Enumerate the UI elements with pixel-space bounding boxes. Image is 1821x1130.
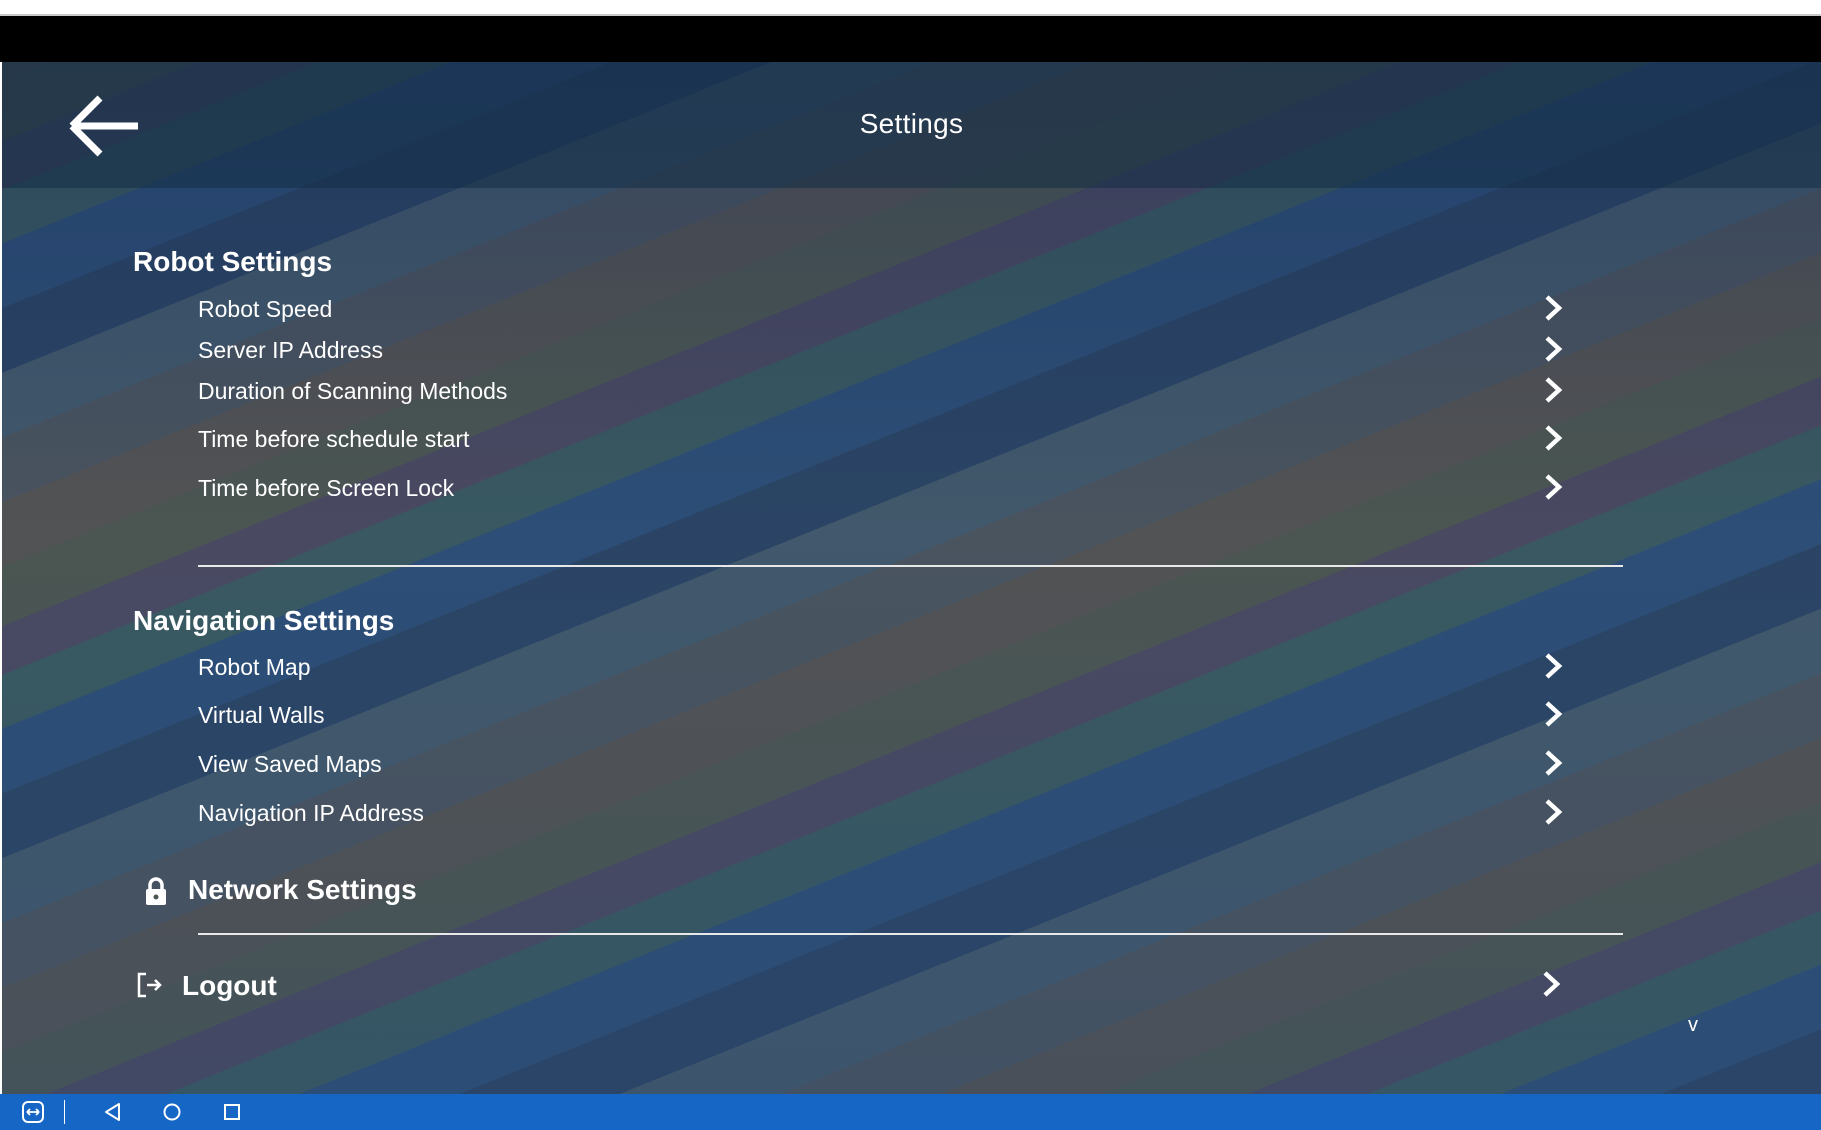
settings-item-server-ip-address[interactable]: Server IP Address: [198, 329, 1568, 369]
settings-item-label: Time before Screen Lock: [198, 475, 455, 501]
chevron-right-icon: [1545, 750, 1563, 776]
root: Settings Robot Settings Robot Speed Serv…: [0, 0, 1821, 1130]
version-label: v: [1688, 1014, 1698, 1036]
home-circle-icon[interactable]: [161, 1102, 183, 1122]
app-screen: Settings Robot Settings Robot Speed Serv…: [2, 62, 1821, 1094]
settings-item-view-saved-maps[interactable]: View Saved Maps: [198, 743, 1568, 783]
chevron-right-icon: [1545, 799, 1563, 825]
top-strip: [0, 0, 1821, 16]
chevron-right-icon: [1545, 474, 1563, 500]
settings-item-label: Duration of Scanning Methods: [198, 378, 508, 404]
settings-item-time-before-schedule-start[interactable]: Time before schedule start: [198, 418, 1568, 458]
settings-item-label: Navigation IP Address: [198, 800, 424, 826]
chevron-right-icon: [1545, 336, 1563, 362]
system-nav-bar: [0, 1094, 1821, 1130]
settings-item-label: Virtual Walls: [198, 702, 325, 728]
logout-label: Logout: [182, 970, 277, 1001]
section-title-navigation-settings: Navigation Settings: [133, 605, 395, 636]
settings-item-label: Server IP Address: [198, 337, 383, 363]
logout-button[interactable]: Logout: [136, 964, 1566, 1012]
settings-item-robot-speed[interactable]: Robot Speed: [198, 288, 1568, 328]
settings-list: Robot Settings Robot Speed Server IP Add…: [2, 188, 1821, 1068]
settings-item-virtual-walls[interactable]: Virtual Walls: [198, 694, 1568, 734]
settings-item-time-before-screen-lock[interactable]: Time before Screen Lock: [198, 467, 1568, 507]
app-header: Settings: [2, 62, 1821, 188]
recents-square-icon[interactable]: [221, 1102, 243, 1122]
chevron-right-icon: [1545, 425, 1563, 451]
divider: [198, 933, 1623, 935]
divider: [198, 565, 1623, 567]
settings-item-navigation-ip-address[interactable]: Navigation IP Address: [198, 792, 1568, 832]
status-bar: [0, 16, 1821, 62]
teamviewer-icon[interactable]: [22, 1101, 44, 1123]
settings-item-label: Robot Map: [198, 654, 311, 680]
page-title: Settings: [859, 108, 964, 139]
chevron-right-icon: [1545, 377, 1563, 403]
nav-separator: [64, 1100, 65, 1124]
settings-item-label: View Saved Maps: [198, 751, 382, 777]
chevron-right-icon: [1545, 653, 1563, 679]
chevron-right-icon: [1543, 971, 1561, 997]
settings-item-robot-map[interactable]: Robot Map: [198, 646, 1568, 686]
settings-item-label: Robot Speed: [198, 296, 333, 322]
lock-icon: [146, 877, 166, 905]
section-title-robot-settings: Robot Settings: [133, 246, 333, 277]
settings-item-duration-of-scanning-methods[interactable]: Duration of Scanning Methods: [198, 370, 1568, 410]
chevron-right-icon: [1545, 295, 1563, 321]
chevron-right-icon: [1545, 701, 1563, 727]
settings-item-label: Time before schedule start: [198, 426, 470, 452]
network-settings-button[interactable]: Network Settings: [142, 870, 642, 914]
logout-icon: [137, 972, 162, 998]
network-settings-label: Network Settings: [188, 874, 417, 905]
back-triangle-icon[interactable]: [102, 1102, 124, 1122]
